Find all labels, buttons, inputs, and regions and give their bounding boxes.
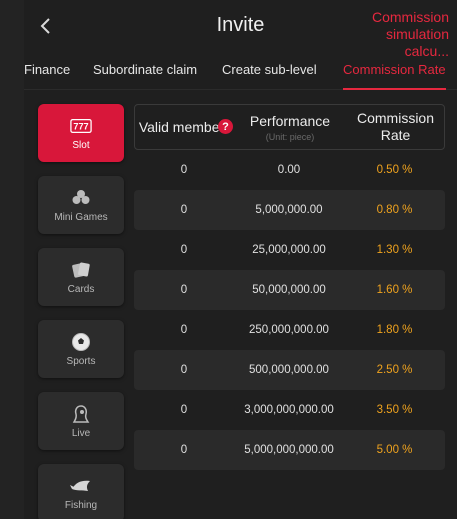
table-row: 0 5,000,000.00 0.80 % (134, 190, 445, 230)
cell-performance: 0.00 (277, 163, 301, 176)
slot-777-icon: 777 (70, 116, 92, 136)
cell-performance: 250,000,000.00 (249, 323, 329, 336)
category-cards[interactable]: Cards (38, 248, 124, 306)
table-row: 0 500,000,000.00 2.50 % (134, 350, 445, 390)
cell-valid-members: 0 (180, 284, 188, 296)
cell-valid-members: 0 (180, 244, 188, 256)
cell-performance: 5,000,000,000.00 (244, 443, 334, 456)
header-commission-rate-label: Commission Rate (356, 110, 434, 143)
category-slot[interactable]: 777 Slot (38, 104, 124, 162)
cell-valid-members: 0 (180, 404, 188, 416)
table-row: 0 5,000,000,000.00 5.00 % (134, 430, 445, 470)
svg-text:777: 777 (73, 121, 88, 131)
tab-subordinate-claim[interactable]: Subordinate claim (93, 52, 197, 90)
header-performance-label: Performance (249, 112, 331, 129)
invite-screen: Invite Commission simulation calcu... Fi… (24, 0, 457, 519)
cell-performance: 3,000,000,000.00 (244, 403, 334, 416)
header-performance-unit: (Unit: piece) (265, 131, 315, 142)
category-label: Cards (67, 283, 95, 295)
cell-commission-rate: 5.00 % (376, 444, 413, 456)
table-row: 0 50,000,000.00 1.60 % (134, 270, 445, 310)
table-row: 0 0.00 0.50 % (134, 150, 445, 190)
category-label: Slot (72, 139, 90, 151)
category-label: Mini Games (54, 211, 108, 223)
category-live[interactable]: Live (38, 392, 124, 450)
cell-valid-members: 0 (180, 164, 188, 176)
fish-icon (70, 476, 92, 496)
cell-commission-rate: 3.50 % (376, 404, 413, 416)
cell-commission-rate: 0.50 % (376, 164, 413, 176)
table-row: 0 25,000,000.00 1.30 % (134, 230, 445, 270)
cell-performance: 5,000,000.00 (255, 203, 323, 216)
category-fishing[interactable]: Fishing (38, 464, 124, 519)
tab-create-sub-level[interactable]: Create sub-level (222, 52, 317, 90)
cell-commission-rate: 1.60 % (376, 284, 413, 296)
cell-valid-members: 0 (180, 444, 188, 456)
tab-bar: Finance Subordinate claim Create sub-lev… (24, 52, 457, 90)
cell-performance: 50,000,000.00 (252, 283, 326, 296)
cell-valid-members: 0 (180, 324, 188, 336)
table-row: 0 3,000,000,000.00 3.50 % (134, 390, 445, 430)
soccer-ball-icon (70, 332, 92, 352)
clover-icon (70, 188, 92, 208)
table-row: 0 250,000,000.00 1.80 % (134, 310, 445, 350)
category-mini-games[interactable]: Mini Games (38, 176, 124, 234)
cell-performance: 500,000,000.00 (249, 363, 329, 376)
category-label: Fishing (64, 499, 98, 511)
cell-valid-members: 0 (180, 364, 188, 376)
header-commission-rate: Commission Rate (345, 105, 446, 149)
cell-valid-members: 0 (180, 204, 188, 216)
category-label: Sports (66, 355, 96, 367)
left-edge-panel (0, 0, 24, 519)
category-sports[interactable]: Sports (38, 320, 124, 378)
cell-commission-rate: 1.80 % (376, 324, 413, 336)
live-dealer-icon (70, 404, 92, 424)
commission-table-header: Valid members ? Performance (Unit: piece… (134, 104, 445, 150)
header: Invite Commission simulation calcu... (24, 0, 457, 59)
cell-commission-rate: 2.50 % (376, 364, 413, 376)
tab-finance[interactable]: Finance (24, 52, 70, 90)
help-question-icon[interactable]: ? (218, 119, 233, 134)
header-performance: Performance (Unit: piece) (235, 105, 345, 149)
cell-commission-rate: 1.30 % (376, 244, 413, 256)
cell-commission-rate: 0.80 % (376, 204, 413, 216)
tab-commission-rate[interactable]: Commission Rate (343, 52, 446, 90)
playing-cards-icon (70, 260, 92, 280)
cell-performance: 25,000,000.00 (252, 243, 326, 256)
category-label: Live (71, 427, 91, 439)
